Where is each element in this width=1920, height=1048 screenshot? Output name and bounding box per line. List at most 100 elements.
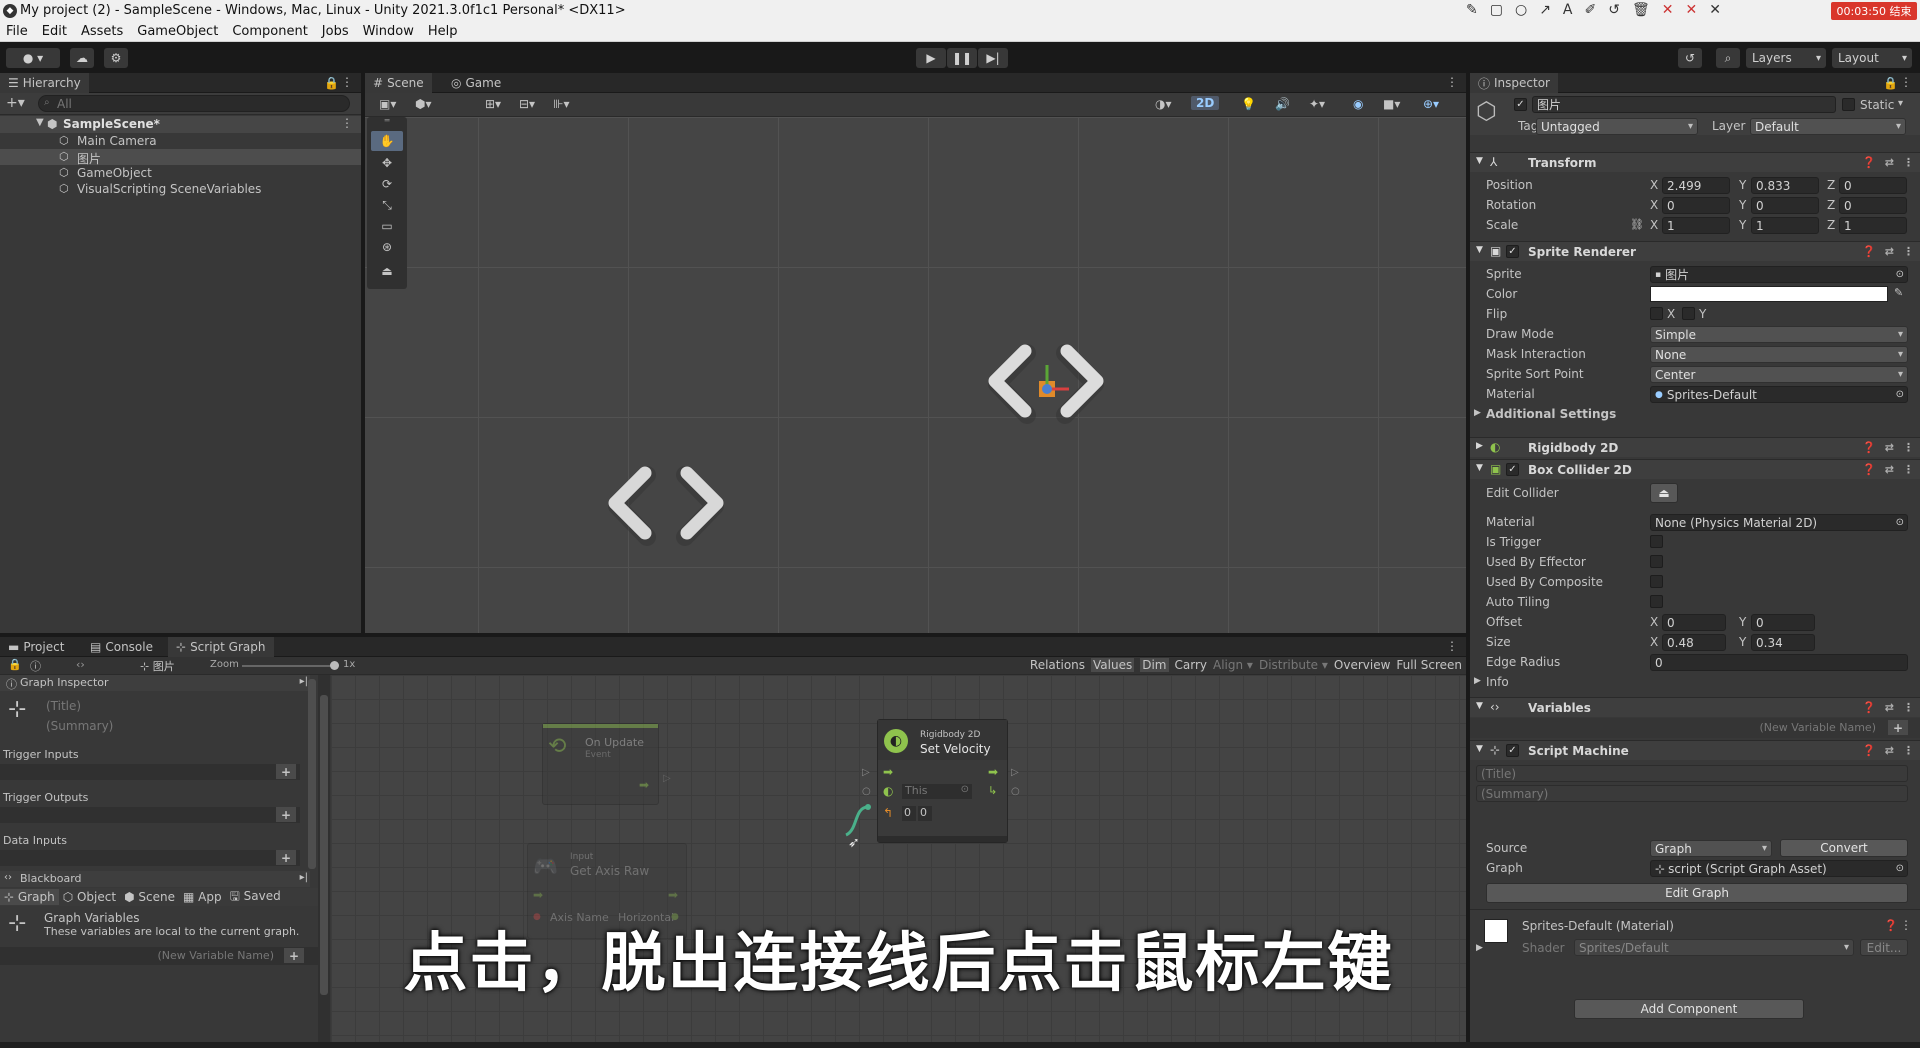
add-variable-button[interactable]: + [1888, 720, 1908, 735]
bb-tab-scene[interactable]: ⬢ Scene [120, 889, 179, 905]
menu-component[interactable]: Component [232, 24, 307, 39]
lock-icon[interactable]: 🔒 [8, 658, 22, 671]
new-variable-input[interactable]: (New Variable Name) [1759, 721, 1876, 734]
object-picker-icon[interactable]: ⊙ [1896, 269, 1904, 280]
new-graph-variable-input[interactable]: (New Variable Name) [157, 949, 274, 962]
used-by-composite-checkbox[interactable] [1650, 575, 1663, 588]
sprite-renderer-header[interactable]: ▼ ▣ ✓ Sprite Renderer ❓ ⇄ ⋮ [1470, 241, 1920, 261]
help-icon[interactable]: ❓ [1862, 744, 1876, 757]
list-item-selected[interactable]: ⬡ 图片 [0, 149, 361, 166]
foldout-arrow-icon[interactable]: ▼ [1476, 156, 1483, 166]
camera-icon[interactable]: ■▾ [1383, 97, 1400, 111]
foldout-arrow-icon[interactable]: ▶ [1476, 943, 1483, 953]
overlay-handle-icon[interactable]: ═ [371, 117, 403, 125]
dim-toggle[interactable]: Dim [1140, 658, 1169, 672]
foldout-arrow-icon[interactable]: ▼ [1476, 701, 1483, 711]
info-foldout[interactable]: Info [1486, 675, 1509, 689]
collapse-icon[interactable]: ▸| [300, 676, 308, 687]
scale-y-input[interactable]: 1 [1751, 217, 1819, 234]
tab-hierarchy[interactable]: ☰ Hierarchy [0, 73, 89, 93]
value-out-port-icon[interactable]: ○ [1011, 786, 1020, 797]
add-dropdown[interactable]: +▾ [6, 95, 25, 111]
used-by-effector-checkbox[interactable] [1650, 555, 1663, 568]
additional-settings-foldout[interactable]: Additional Settings [1486, 407, 1616, 421]
component-menu-icon[interactable]: ⋮ [1903, 156, 1914, 169]
sprite-field[interactable]: ▪ 图片 ⊙ [1650, 266, 1908, 283]
foldout-arrow-icon[interactable]: ▼ [1476, 463, 1483, 473]
fullscreen-button[interactable]: Full Screen [1396, 658, 1462, 672]
shading-icon[interactable]: ◑▾ [1155, 97, 1172, 111]
transform-header[interactable]: ▼ ⅄ Transform ❓ ⇄ ⋮ [1470, 152, 1920, 172]
collider-material-field[interactable]: None (Physics Material 2D) ⊙ [1650, 514, 1908, 531]
list-item[interactable]: ⬡ VisualScripting SceneVariables [0, 181, 361, 197]
text-icon[interactable]: A [1563, 3, 1573, 17]
vec-y-input[interactable]: 0 [918, 806, 932, 821]
tab-scene[interactable]: # Scene [365, 73, 432, 93]
mask-interaction-dropdown[interactable]: None [1650, 346, 1908, 363]
object-name-input[interactable]: 图片 [1532, 96, 1836, 113]
expand-arrow-icon[interactable]: ▼ [36, 117, 44, 128]
offset-y-input[interactable]: 0 [1751, 614, 1815, 631]
graph-summary-input[interactable]: (Summary) [42, 717, 296, 734]
add-trigger-input-button[interactable]: + [276, 764, 296, 779]
set-velocity-node[interactable]: ◐ Rigidbody 2D Set Velocity ➡ ➡ ◐ This ⊙ … [877, 719, 1008, 843]
presets-icon[interactable]: ⇄ [1885, 156, 1894, 169]
flow-out-port-icon[interactable]: ▷ [1011, 767, 1019, 778]
kebab-menu-icon[interactable]: ⋮ [341, 75, 353, 89]
lock-icon[interactable]: 🔒 [324, 76, 339, 90]
flow-out-port-icon[interactable]: ➡ [639, 778, 649, 792]
bb-tab-object[interactable]: ⬡ Object [59, 889, 120, 905]
mode-2d-toggle[interactable]: 2D [1191, 96, 1220, 110]
visibility-icon[interactable]: ◉ [1353, 97, 1363, 111]
add-trigger-output-button[interactable]: + [276, 807, 296, 822]
step-button[interactable]: ▶| [978, 48, 1008, 68]
size-y-input[interactable]: 0.34 [1751, 634, 1815, 651]
tab-game[interactable]: ◎ Game [443, 73, 509, 93]
mic-mute-icon[interactable]: ✕ [1685, 3, 1697, 17]
trash-icon[interactable]: 🗑 [1632, 3, 1650, 17]
recording-timer[interactable]: 00:03:50 结束 [1831, 2, 1917, 20]
tab-project[interactable]: ▬ Project [0, 637, 72, 657]
scale-z-input[interactable]: 1 [1839, 217, 1907, 234]
graph-canvas[interactable]: ⟲ On Update Event ➡ ▷ ◐ Rigidbody 2D Set… [331, 675, 1466, 1042]
position-z-input[interactable]: 0 [1839, 177, 1907, 194]
list-item[interactable]: ⬡ GameObject [0, 165, 361, 181]
menu-file[interactable]: File [6, 24, 28, 39]
tag-dropdown[interactable]: Untagged [1536, 118, 1698, 135]
flow-port-icon[interactable]: ▷ [663, 773, 671, 784]
rigidbody2d-header[interactable]: ▶ ◐ Rigidbody 2D ❓ ⇄ ⋮ [1470, 437, 1920, 457]
help-icon[interactable]: ❓ [1862, 701, 1876, 714]
breadcrumb[interactable]: ⊹ 图片 [140, 658, 175, 674]
relations-toggle[interactable]: Relations [1030, 658, 1085, 672]
distribute-dropdown[interactable]: Distribute ▾ [1259, 658, 1328, 672]
flip-y-checkbox[interactable] [1682, 307, 1695, 320]
kebab-menu-icon[interactable]: ⋮ [1900, 75, 1912, 89]
object-picker-icon[interactable]: ⊙ [1896, 389, 1904, 400]
this-input[interactable]: This ⊙ [902, 784, 972, 799]
rotate-tool-icon[interactable]: ⟳ [371, 174, 403, 194]
offset-x-input[interactable]: 0 [1662, 614, 1726, 631]
list-item[interactable]: ⬡ Main Camera [0, 133, 361, 149]
foldout-arrow-icon[interactable]: ▶ [1474, 676, 1481, 686]
zoom-slider-thumb[interactable] [330, 661, 339, 670]
edit-graph-button[interactable]: Edit Graph [1486, 883, 1908, 903]
help-icon[interactable]: ❓ [1862, 463, 1876, 476]
scene-camera-icon[interactable]: ⬢▾ [415, 97, 432, 111]
collab-button[interactable]: ⚙ [104, 48, 128, 68]
custom-tool-icon[interactable]: ⏏ [371, 261, 403, 281]
highlighter-icon[interactable]: ✐ [1585, 3, 1597, 17]
layout-dropdown[interactable]: Layout ▾ [1832, 48, 1912, 68]
help-icon[interactable]: ❓ [1862, 441, 1876, 454]
info-icon[interactable]: ⓘ [30, 658, 41, 674]
presets-icon[interactable]: ⇄ [1885, 441, 1894, 454]
shader-dropdown[interactable]: Sprites/Default [1574, 939, 1854, 956]
foldout-arrow-icon[interactable]: ▼ [1476, 245, 1483, 255]
presets-icon[interactable]: ⇄ [1885, 701, 1894, 714]
zoom-slider[interactable] [242, 661, 339, 670]
component-menu-icon[interactable]: ⋮ [1903, 463, 1914, 476]
presets-icon[interactable]: ⇄ [1885, 744, 1894, 757]
vec-x-input[interactable]: 0 [902, 806, 916, 821]
script-title-input[interactable]: (Title) [1476, 765, 1908, 782]
menu-window[interactable]: Window [363, 24, 414, 39]
object-picker-icon[interactable]: ⊙ [1896, 517, 1904, 528]
